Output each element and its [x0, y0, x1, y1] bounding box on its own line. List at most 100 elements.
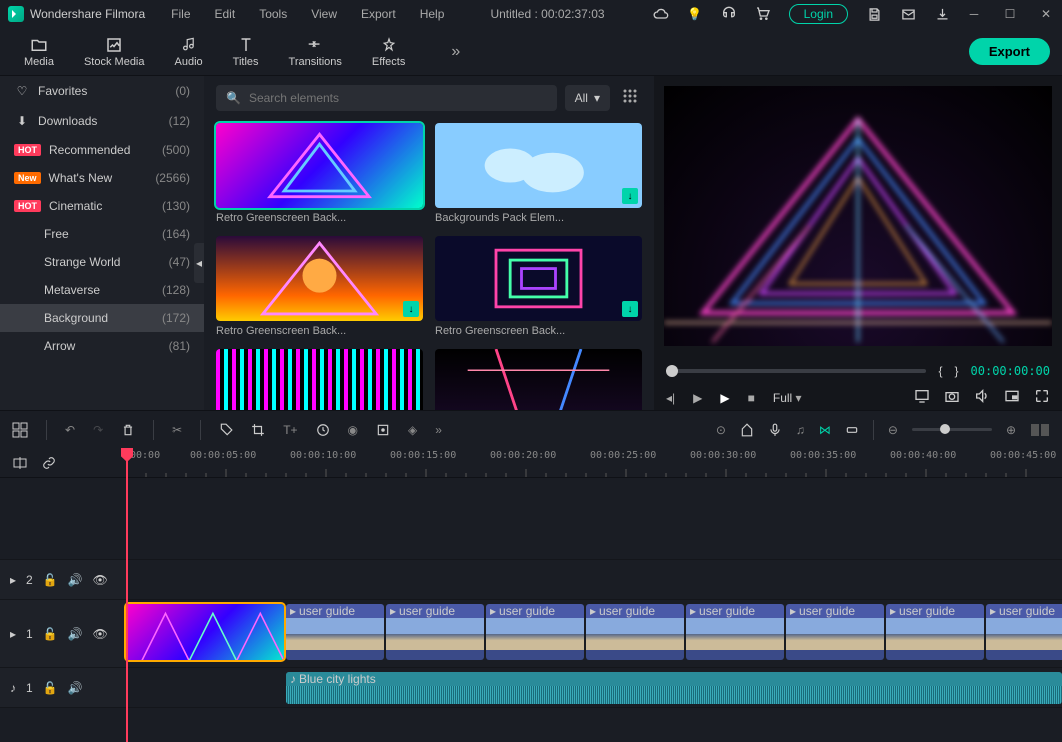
cloud-icon[interactable]: [653, 6, 669, 22]
effect-item[interactable]: [216, 349, 423, 410]
audio-track-1[interactable]: ♪1 🔓 🔊 ♪Blue city lights: [0, 668, 1062, 708]
maximize-icon[interactable]: ☐: [1002, 6, 1018, 22]
preview-scrubber[interactable]: [666, 369, 926, 373]
sidebar-whats-new[interactable]: NewWhat's New(2566): [0, 164, 204, 192]
sidebar-favorites[interactable]: ♡Favorites(0): [0, 76, 204, 106]
save-icon[interactable]: [866, 6, 882, 22]
play-icon[interactable]: ▶: [720, 391, 729, 405]
prev-frame-icon[interactable]: ◂|: [666, 391, 675, 405]
link-tracks-icon[interactable]: [42, 456, 56, 470]
color-icon[interactable]: ◉: [348, 423, 358, 437]
search-box[interactable]: 🔍: [216, 85, 557, 111]
quality-dropdown[interactable]: Full ▾: [773, 391, 802, 405]
tab-transitions[interactable]: Transitions: [277, 32, 354, 72]
speed-icon[interactable]: [316, 423, 330, 437]
video-track-1[interactable]: ▸1 🔓 🔊 👁 ✦Retro Greenscreen Backg...▸use…: [0, 600, 1062, 668]
insert-mode-icon[interactable]: [12, 455, 28, 471]
sidebar-free[interactable]: Free(164): [0, 220, 204, 248]
stop-icon[interactable]: ■: [748, 391, 755, 405]
download-update-icon[interactable]: [934, 6, 950, 22]
playhead[interactable]: [126, 448, 128, 742]
timeline-ruler[interactable]: 00:00 00:00:05:00 00:00:10:00 00:00:15:0…: [126, 448, 1062, 477]
cart-icon[interactable]: [755, 6, 771, 22]
effect-item[interactable]: Retro Greenscreen Back...: [216, 123, 423, 224]
pip-icon[interactable]: [1004, 388, 1020, 407]
video-clip[interactable]: ▸user guide: [386, 604, 484, 660]
mute-icon[interactable]: 🔊: [68, 681, 83, 695]
sidebar-arrow[interactable]: Arrow(81): [0, 332, 204, 360]
mark-in-button[interactable]: {: [938, 364, 942, 378]
lock-icon[interactable]: 🔓: [43, 681, 58, 695]
mute-icon[interactable]: 🔊: [68, 573, 83, 587]
lock-icon[interactable]: 🔓: [43, 627, 58, 641]
keyframe-icon[interactable]: ◈: [408, 423, 417, 437]
video-clip[interactable]: ▸user guide: [686, 604, 784, 660]
support-icon[interactable]: [721, 6, 737, 22]
lightbulb-icon[interactable]: 💡: [687, 6, 703, 22]
link-icon[interactable]: [845, 423, 859, 437]
minimize-icon[interactable]: ─: [966, 6, 982, 22]
display-icon[interactable]: [914, 388, 930, 407]
export-button[interactable]: Export: [969, 38, 1050, 65]
menu-tools[interactable]: Tools: [249, 3, 297, 25]
fullscreen-icon[interactable]: [1034, 388, 1050, 407]
green-screen-icon[interactable]: [376, 423, 390, 437]
marker-icon[interactable]: [740, 423, 754, 437]
redo-icon[interactable]: ↷: [93, 423, 103, 437]
video-clip[interactable]: ▸user guide: [286, 604, 384, 660]
zoom-in-icon[interactable]: ⊕: [1006, 423, 1016, 437]
effect-item[interactable]: ↓ Retro Greenscreen Back...: [435, 236, 642, 337]
video-clip[interactable]: ▸user guide: [586, 604, 684, 660]
split-icon[interactable]: ✂: [172, 423, 182, 437]
delete-icon[interactable]: [121, 423, 135, 437]
more-tools-icon[interactable]: »: [435, 423, 442, 437]
filter-dropdown[interactable]: All▾: [565, 85, 610, 111]
mail-icon[interactable]: [900, 6, 916, 22]
sidebar-recommended[interactable]: HOTRecommended(500): [0, 136, 204, 164]
effect-item[interactable]: [435, 349, 642, 410]
audio-mixer-icon[interactable]: ♫: [796, 423, 805, 437]
sidebar-collapse-handle[interactable]: ◂: [194, 243, 204, 283]
sidebar-background[interactable]: Background(172): [0, 304, 204, 332]
auto-ripple-icon[interactable]: ⊙: [716, 423, 726, 437]
video-clip[interactable]: ▸user guide: [786, 604, 884, 660]
mute-icon[interactable]: 🔊: [68, 627, 83, 641]
audio-clip[interactable]: ♪Blue city lights: [286, 672, 1062, 704]
sidebar-metaverse[interactable]: Metaverse(128): [0, 276, 204, 304]
search-input[interactable]: [249, 91, 547, 105]
visibility-icon[interactable]: 👁: [93, 573, 108, 587]
video-clip[interactable]: ▸user guide: [886, 604, 984, 660]
snap-icon[interactable]: ⋈: [819, 423, 831, 437]
tab-titles[interactable]: Titles: [221, 32, 271, 72]
crop-icon[interactable]: [251, 423, 265, 437]
tag-icon[interactable]: [219, 423, 233, 437]
video-clip[interactable]: ▸user guide: [986, 604, 1062, 660]
menu-export[interactable]: Export: [351, 3, 406, 25]
menu-help[interactable]: Help: [410, 3, 455, 25]
more-tabs-icon[interactable]: »: [451, 43, 460, 61]
mark-out-button[interactable]: }: [955, 364, 959, 378]
mic-icon[interactable]: [768, 423, 782, 437]
tab-effects[interactable]: Effects: [360, 32, 417, 72]
video-track-2[interactable]: ▸2 🔓 🔊 👁: [0, 560, 1062, 600]
effect-item[interactable]: ↓ Retro Greenscreen Back...: [216, 236, 423, 337]
tab-media[interactable]: Media: [12, 32, 66, 72]
video-clip[interactable]: ▸user guide: [486, 604, 584, 660]
menu-view[interactable]: View: [301, 3, 347, 25]
volume-icon[interactable]: [974, 388, 990, 407]
snapshot-icon[interactable]: [944, 388, 960, 407]
undo-icon[interactable]: ↶: [65, 423, 75, 437]
menu-file[interactable]: File: [161, 3, 200, 25]
effect-item[interactable]: ↓ Backgrounds Pack Elem...: [435, 123, 642, 224]
login-button[interactable]: Login: [789, 4, 848, 24]
play-backward-icon[interactable]: ▶: [693, 391, 702, 405]
close-icon[interactable]: ✕: [1038, 6, 1054, 22]
visibility-icon[interactable]: 👁: [93, 627, 108, 641]
text-add-icon[interactable]: T+: [283, 423, 297, 437]
grid-view-icon[interactable]: [618, 84, 642, 111]
add-track-icon[interactable]: [12, 422, 28, 438]
tab-audio[interactable]: Audio: [163, 32, 215, 72]
sidebar-strange-world[interactable]: Strange World(47): [0, 248, 204, 276]
menu-edit[interactable]: Edit: [205, 3, 246, 25]
zoom-fit-icon[interactable]: [1030, 423, 1050, 437]
